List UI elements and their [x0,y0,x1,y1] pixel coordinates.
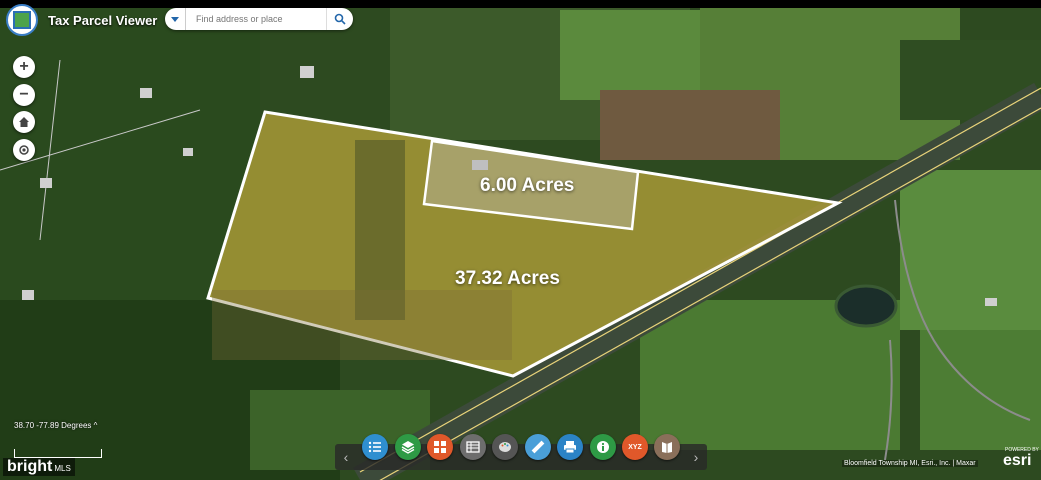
search-source-dropdown[interactable] [165,8,186,30]
attribute-table-button[interactable] [460,434,486,460]
toolbar-prev-button[interactable]: ‹ [337,444,355,470]
about-button[interactable] [654,434,680,460]
layers-icon [401,441,415,454]
identify-button[interactable] [590,434,616,460]
toolbar-next-button[interactable]: › [687,444,705,470]
search-icon [334,13,346,25]
palette-icon [499,442,511,452]
app-title: Tax Parcel Viewer [48,12,158,28]
zoom-in-button[interactable]: + [13,56,35,78]
scale-bar [14,449,102,458]
zoom-out-button[interactable]: − [13,84,35,106]
map-attribution: Bloomfield Township MI, Esri., Inc. | Ma… [842,460,978,467]
widget-toolbar: ‹ › XYZ [335,434,707,470]
home-button[interactable] [13,111,35,133]
ruler-icon [531,440,545,454]
parcel-label-large: 37.32 Acres [455,268,560,289]
draw-button[interactable] [492,434,518,460]
chevron-up-icon[interactable]: ^ [94,421,98,430]
parcel-label-small: 6.00 Acres [480,175,575,196]
info-icon [597,441,609,453]
grid-icon [434,441,446,453]
print-button[interactable] [557,434,583,460]
search-button[interactable] [326,8,353,30]
esri-logo: esri [1003,452,1032,469]
measure-button[interactable] [525,434,551,460]
layers-button[interactable] [395,434,421,460]
satellite-map[interactable] [0,0,1041,480]
app-header: Tax Parcel Viewer [6,4,157,36]
bright-mls-watermark: bright MLS [3,458,75,476]
legend-button[interactable] [362,434,388,460]
xyz-button[interactable]: XYZ [622,434,648,460]
home-icon [19,117,29,127]
xyz-icon: XYZ [628,443,642,451]
search-bar [165,8,353,30]
search-input[interactable] [194,13,326,25]
coordinates-readout: 38.70 -77.89 Degrees ^ [14,421,98,430]
locate-button[interactable] [13,139,35,161]
print-icon [564,441,576,454]
app-logo-icon [6,4,38,36]
basemap-button[interactable] [427,434,453,460]
table-icon [466,441,480,453]
locate-icon [19,145,29,155]
list-icon [368,441,381,453]
chevron-down-icon [171,16,179,22]
book-icon [662,442,672,453]
